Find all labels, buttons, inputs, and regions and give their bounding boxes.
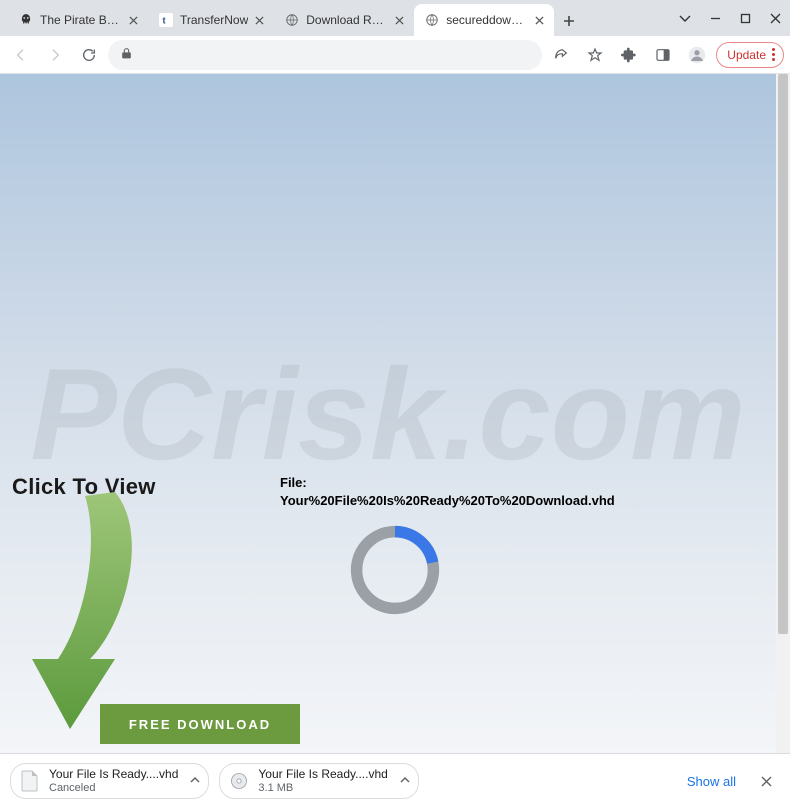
scrollbar[interactable] (776, 74, 790, 753)
chevron-up-icon[interactable] (400, 772, 410, 790)
file-info: File: Your%20File%20Is%20Ready%20To%20Do… (280, 474, 615, 509)
chevron-up-icon[interactable] (190, 772, 200, 790)
download-item[interactable]: Your File Is Ready....vhd Canceled (10, 763, 209, 799)
window-close-button[interactable] (760, 3, 790, 33)
tab-label: The Pirate Bay - T (40, 13, 122, 27)
profile-button[interactable] (682, 40, 712, 70)
download-bar-close[interactable] (752, 767, 780, 795)
page-content: PCrisk.com Click To View File: Your%20Fi… (0, 74, 776, 753)
address-bar[interactable] (108, 40, 542, 70)
tab-download-ready[interactable]: Download Ready (274, 4, 414, 36)
lock-icon (120, 47, 133, 63)
window-controls (670, 0, 790, 36)
free-download-label: FREE DOWNLOAD (129, 717, 271, 732)
close-icon[interactable] (252, 13, 266, 27)
back-button[interactable] (6, 40, 36, 70)
show-all-link[interactable]: Show all (681, 770, 742, 793)
close-icon[interactable] (532, 13, 546, 27)
forward-button[interactable] (40, 40, 70, 70)
disk-icon (228, 770, 250, 792)
download-size: 3.1 MB (258, 782, 387, 794)
close-icon[interactable] (126, 13, 140, 27)
tab-secureddownload[interactable]: secureddownload (414, 4, 554, 36)
download-meta: Your File Is Ready....vhd 3.1 MB (258, 768, 387, 793)
tab-label: Download Ready (306, 13, 388, 27)
update-label: Update (727, 48, 766, 62)
download-meta: Your File Is Ready....vhd Canceled (49, 768, 178, 793)
download-name: Your File Is Ready....vhd (258, 768, 387, 781)
toolbar: Update (0, 36, 790, 74)
loading-spinner (347, 522, 443, 618)
minimize-button[interactable] (700, 3, 730, 33)
share-button[interactable] (546, 40, 576, 70)
menu-icon (772, 48, 775, 61)
tab-label: secureddownload (446, 13, 528, 27)
download-item[interactable]: Your File Is Ready....vhd 3.1 MB (219, 763, 418, 799)
new-tab-button[interactable] (554, 6, 584, 36)
svg-text:t: t (163, 16, 166, 26)
tab-pirate-bay[interactable]: The Pirate Bay - T (8, 4, 148, 36)
tab-search-button[interactable] (670, 3, 700, 33)
transfernow-icon: t (158, 12, 174, 28)
download-status: Canceled (49, 782, 178, 794)
reload-button[interactable] (74, 40, 104, 70)
file-label: File: (280, 474, 615, 492)
free-download-button[interactable]: FREE DOWNLOAD (100, 704, 300, 744)
globe-icon (284, 12, 300, 28)
update-button[interactable]: Update (716, 42, 784, 68)
close-icon[interactable] (392, 13, 406, 27)
file-icon (19, 770, 41, 792)
globe-icon (424, 12, 440, 28)
bookmark-button[interactable] (580, 40, 610, 70)
download-name: Your File Is Ready....vhd (49, 768, 178, 781)
tab-label: TransferNow (180, 13, 248, 27)
file-name: Your%20File%20Is%20Ready%20To%20Download… (280, 492, 615, 510)
tab-transfernow[interactable]: t TransferNow (148, 4, 274, 36)
titlebar: The Pirate Bay - T t TransferNow Downloa… (0, 0, 790, 36)
maximize-button[interactable] (730, 3, 760, 33)
scrollbar-thumb[interactable] (778, 74, 788, 634)
download-bar: Your File Is Ready....vhd Canceled Your … (0, 753, 790, 808)
viewport: PCrisk.com Click To View File: Your%20Fi… (0, 74, 790, 753)
skull-icon (18, 12, 34, 28)
extensions-button[interactable] (614, 40, 644, 70)
side-panel-button[interactable] (648, 40, 678, 70)
